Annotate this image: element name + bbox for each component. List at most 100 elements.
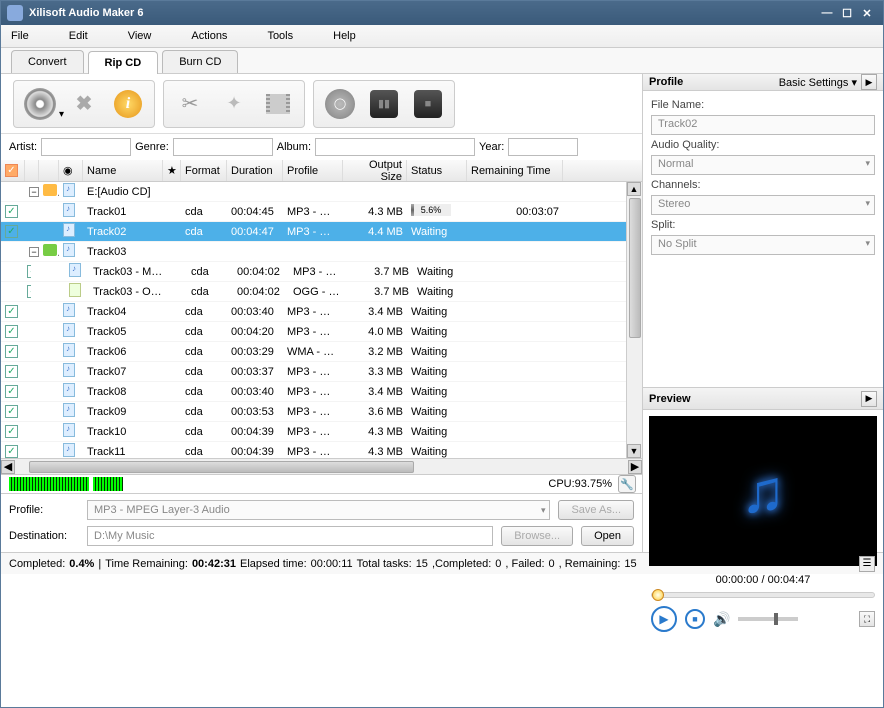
rip-button[interactable]: ◯ <box>322 86 358 122</box>
col-duration[interactable]: Duration <box>227 160 283 181</box>
tab-convert[interactable]: Convert <box>11 50 84 73</box>
cell-size: 3.2 MB <box>343 346 407 358</box>
cut-button[interactable]: ✂ <box>172 86 208 122</box>
filename-field[interactable]: Track02 <box>651 115 875 135</box>
save-as-button[interactable]: Save As... <box>558 500 634 520</box>
channels-label: Channels: <box>651 179 875 191</box>
cell-profile: MP3 - MP... <box>283 386 343 398</box>
cddb-info-button[interactable]: i <box>110 86 146 122</box>
cell-size: 4.3 MB <box>343 206 407 218</box>
status-failed-label: , Failed: <box>505 558 544 570</box>
basic-settings-dropdown[interactable]: Basic Settings ▾ <box>779 76 857 89</box>
horizontal-scrollbar[interactable]: ◀ ▶ <box>1 458 642 474</box>
folder-icon <box>43 244 57 256</box>
preview-stop-button[interactable]: ■ <box>685 609 705 629</box>
tab-burn-cd[interactable]: Burn CD <box>162 50 238 73</box>
destination-input[interactable] <box>87 526 493 546</box>
seek-slider[interactable] <box>651 592 875 598</box>
table-row[interactable]: ✓Track08cda00:03:40MP3 - MP...3.4 MBWait… <box>1 382 642 402</box>
col-remaining-time[interactable]: Remaining Time <box>467 160 563 181</box>
audio-quality-combo[interactable]: Normal <box>651 155 875 175</box>
browse-button[interactable]: Browse... <box>501 526 573 546</box>
col-output-size[interactable]: Output Size <box>343 160 407 181</box>
col-star[interactable]: ★ <box>163 160 181 181</box>
col-status[interactable]: Status <box>407 160 467 181</box>
cell-format: cda <box>181 226 227 238</box>
collapse-icon[interactable]: − <box>29 187 39 197</box>
table-row[interactable]: −Track03 <box>1 242 642 262</box>
table-row[interactable]: ✓Track05cda00:04:20MP3 - MP...4.0 MBWait… <box>1 322 642 342</box>
split-combo[interactable]: No Split <box>651 235 875 255</box>
channels-combo[interactable]: Stereo <box>651 195 875 215</box>
volume-slider[interactable] <box>738 617 798 621</box>
status-tcompleted-label: ,Completed: <box>432 558 491 570</box>
status-elapsed-label: Elapsed time: <box>240 558 307 570</box>
table-row[interactable]: ✓Track03 - MP3...cda00:04:02MP3 - MP...3… <box>1 262 642 282</box>
table-row[interactable]: ✓Track01cda00:04:45MP3 - MP...4.3 MB5.6%… <box>1 202 642 222</box>
play-button[interactable]: ▶ <box>651 606 677 632</box>
stop-button[interactable]: ■ <box>410 86 446 122</box>
show-details-button[interactable]: ☰ <box>859 556 875 572</box>
menu-tools[interactable]: Tools <box>267 30 293 42</box>
cell-size: 3.3 MB <box>343 366 407 378</box>
collapse-icon[interactable]: − <box>29 247 39 257</box>
table-row[interactable]: ✓Track02cda00:04:47MP3 - MP...4.4 MBWait… <box>1 222 642 242</box>
artist-label: Artist: <box>9 141 37 153</box>
tab-row: Convert Rip CD Burn CD <box>1 48 883 74</box>
genre-input[interactable] <box>173 138 273 156</box>
table-row[interactable]: ✓Track06cda00:03:29WMA - Wi...3.2 MBWait… <box>1 342 642 362</box>
cell-status: Waiting <box>407 426 467 438</box>
menu-file[interactable]: File <box>11 30 29 42</box>
volume-icon: 🔊 <box>713 611 730 628</box>
open-button[interactable]: Open <box>581 526 634 546</box>
minimize-button[interactable]: — <box>817 5 837 21</box>
table-row[interactable]: ✓Track10cda00:04:39MP3 - MP...4.3 MBWait… <box>1 422 642 442</box>
col-icon[interactable]: ◉ <box>59 160 83 181</box>
table-row[interactable]: −E:[Audio CD] <box>1 182 642 202</box>
menu-view[interactable]: View <box>128 30 152 42</box>
settings-button[interactable]: 🔧 <box>618 475 636 493</box>
snapshot-button[interactable]: ⛶ <box>859 611 875 627</box>
track-table: ✓ ◉ Name ★ Format Duration Profile Outpu… <box>1 160 642 458</box>
audio-file-icon <box>63 423 75 437</box>
cell-status: Waiting <box>407 226 467 238</box>
expand-preview-button[interactable]: ▶ <box>861 391 877 407</box>
profile-panel-header: Profile Basic Settings ▾ ▶ <box>643 74 883 91</box>
waveform-icon <box>9 477 89 491</box>
table-row[interactable]: ✓Track11cda00:04:39MP3 - MP...4.3 MBWait… <box>1 442 642 458</box>
artist-input[interactable] <box>41 138 131 156</box>
expand-profile-button[interactable]: ▶ <box>861 74 877 90</box>
col-name[interactable]: Name <box>83 160 163 181</box>
year-input[interactable] <box>508 138 578 156</box>
table-row[interactable]: ✓Track09cda00:03:53MP3 - MP...3.6 MBWait… <box>1 402 642 422</box>
tab-rip-cd[interactable]: Rip CD <box>88 51 159 74</box>
table-row[interactable]: ✓Track03 - OGG...cda00:04:02OGG - Og...3… <box>1 282 642 302</box>
vertical-scrollbar[interactable]: ▲ ▼ <box>626 182 642 458</box>
status-tcompleted-value: 0 <box>495 558 501 570</box>
album-label: Album: <box>277 141 311 153</box>
pause-button[interactable]: ▮▮ <box>366 86 402 122</box>
effects-button[interactable]: ✦ <box>216 86 252 122</box>
menu-edit[interactable]: Edit <box>69 30 88 42</box>
col-profile[interactable]: Profile <box>283 160 343 181</box>
audio-file-icon <box>63 443 75 457</box>
menu-help[interactable]: Help <box>333 30 356 42</box>
cpu-bar: CPU:93.75% 🔧 <box>1 474 642 494</box>
delete-button[interactable]: ✖ <box>66 86 102 122</box>
cell-duration: 00:04:47 <box>227 226 283 238</box>
app-logo-icon <box>7 5 23 21</box>
table-row[interactable]: ✓Track04cda00:03:40MP3 - MP...3.4 MBWait… <box>1 302 642 322</box>
table-row[interactable]: ✓Track07cda00:03:37MP3 - MP...3.3 MBWait… <box>1 362 642 382</box>
menu-actions[interactable]: Actions <box>191 30 227 42</box>
col-format[interactable]: Format <box>181 160 227 181</box>
cell-profile: MP3 - MP... <box>283 366 343 378</box>
maximize-button[interactable]: ☐ <box>837 5 857 21</box>
disc-dropdown-button[interactable] <box>22 86 58 122</box>
window-title: Xilisoft Audio Maker 6 <box>29 7 817 19</box>
add-profile-button[interactable] <box>260 86 296 122</box>
close-button[interactable]: ✕ <box>857 5 877 21</box>
col-checkbox[interactable]: ✓ <box>1 160 25 181</box>
profile-combo[interactable]: MP3 - MPEG Layer-3 Audio <box>87 500 550 520</box>
star-icon: ✦ <box>226 93 241 114</box>
album-input[interactable] <box>315 138 475 156</box>
